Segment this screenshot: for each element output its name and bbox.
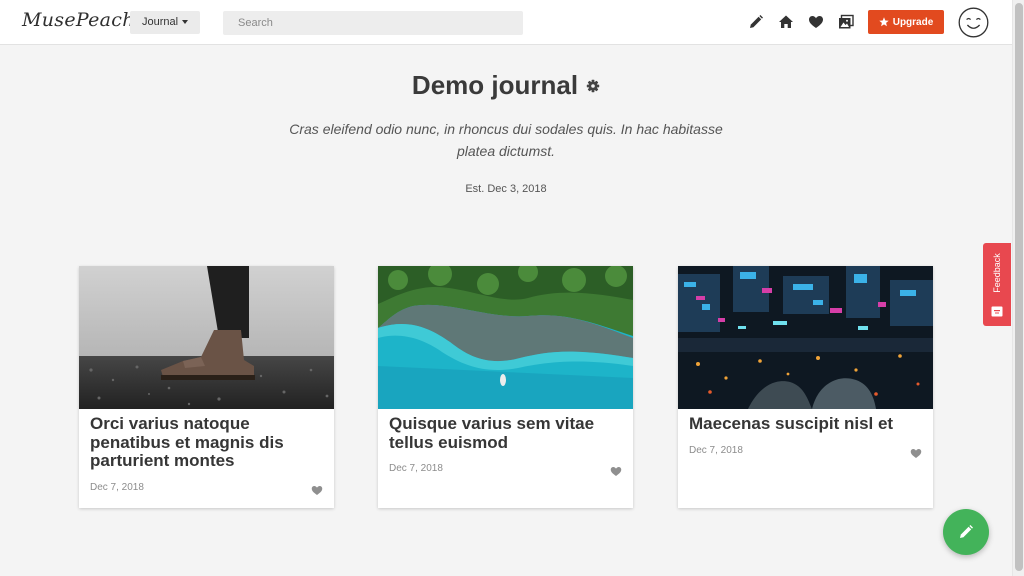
journal-dropdown-label: Journal bbox=[142, 16, 179, 28]
scrollbar-thumb[interactable] bbox=[1015, 3, 1023, 571]
post-card[interactable]: Maecenas suscipit nisl et Dec 7, 2018 bbox=[678, 266, 933, 508]
pencil-icon[interactable] bbox=[748, 14, 764, 30]
post-title[interactable]: Maecenas suscipit nisl et bbox=[689, 414, 921, 434]
upgrade-label: Upgrade bbox=[892, 16, 934, 28]
boot-on-gravel-photo bbox=[79, 266, 334, 409]
journal-established-date: Est. Dec 3, 2018 bbox=[465, 183, 547, 195]
post-date: Dec 7, 2018 bbox=[689, 445, 743, 456]
avatar[interactable] bbox=[958, 7, 989, 38]
feedback-tab[interactable]: Feedback bbox=[983, 243, 1011, 326]
post-title[interactable]: Quisque varius sem vitae tellus euismod bbox=[389, 414, 621, 452]
feedback-icon bbox=[991, 304, 1003, 317]
post-title[interactable]: Orci varius natoque penatibus et magnis … bbox=[90, 414, 322, 471]
gallery-icon[interactable] bbox=[838, 14, 854, 30]
post-card[interactable]: Quisque varius sem vitae tellus euismod … bbox=[378, 266, 633, 508]
home-icon[interactable] bbox=[778, 14, 794, 30]
upgrade-button[interactable]: Upgrade bbox=[868, 10, 944, 34]
journal-title: Demo journal bbox=[411, 70, 579, 100]
night-city-aerial-photo bbox=[678, 266, 933, 409]
page-scrollbar[interactable] bbox=[1012, 0, 1024, 576]
journal-dropdown[interactable]: Journal bbox=[130, 11, 200, 34]
journal-header: Demo journal bbox=[0, 70, 1012, 101]
search-input[interactable] bbox=[223, 11, 523, 35]
heart-icon[interactable] bbox=[808, 14, 824, 30]
top-navbar: MusePeach Journal Upgrade bbox=[0, 0, 1012, 45]
logo[interactable]: MusePeach bbox=[22, 9, 135, 31]
star-icon bbox=[879, 17, 889, 27]
new-post-button[interactable] bbox=[943, 509, 989, 555]
caret-down-icon bbox=[182, 20, 189, 25]
heart-icon[interactable] bbox=[910, 446, 922, 458]
heart-icon[interactable] bbox=[610, 464, 622, 476]
post-date: Dec 7, 2018 bbox=[90, 482, 144, 493]
post-card[interactable]: Orci varius natoque penatibus et magnis … bbox=[79, 266, 334, 508]
heart-icon[interactable] bbox=[311, 483, 323, 495]
post-date: Dec 7, 2018 bbox=[389, 463, 443, 474]
aerial-coast-photo bbox=[378, 266, 633, 409]
pencil-icon bbox=[960, 525, 973, 538]
smiley-face-icon bbox=[958, 7, 989, 38]
gear-icon[interactable] bbox=[586, 79, 600, 93]
journal-description: Cras eleifend odio nunc, in rhoncus dui … bbox=[289, 121, 723, 159]
feedback-label: Feedback bbox=[992, 253, 1002, 293]
